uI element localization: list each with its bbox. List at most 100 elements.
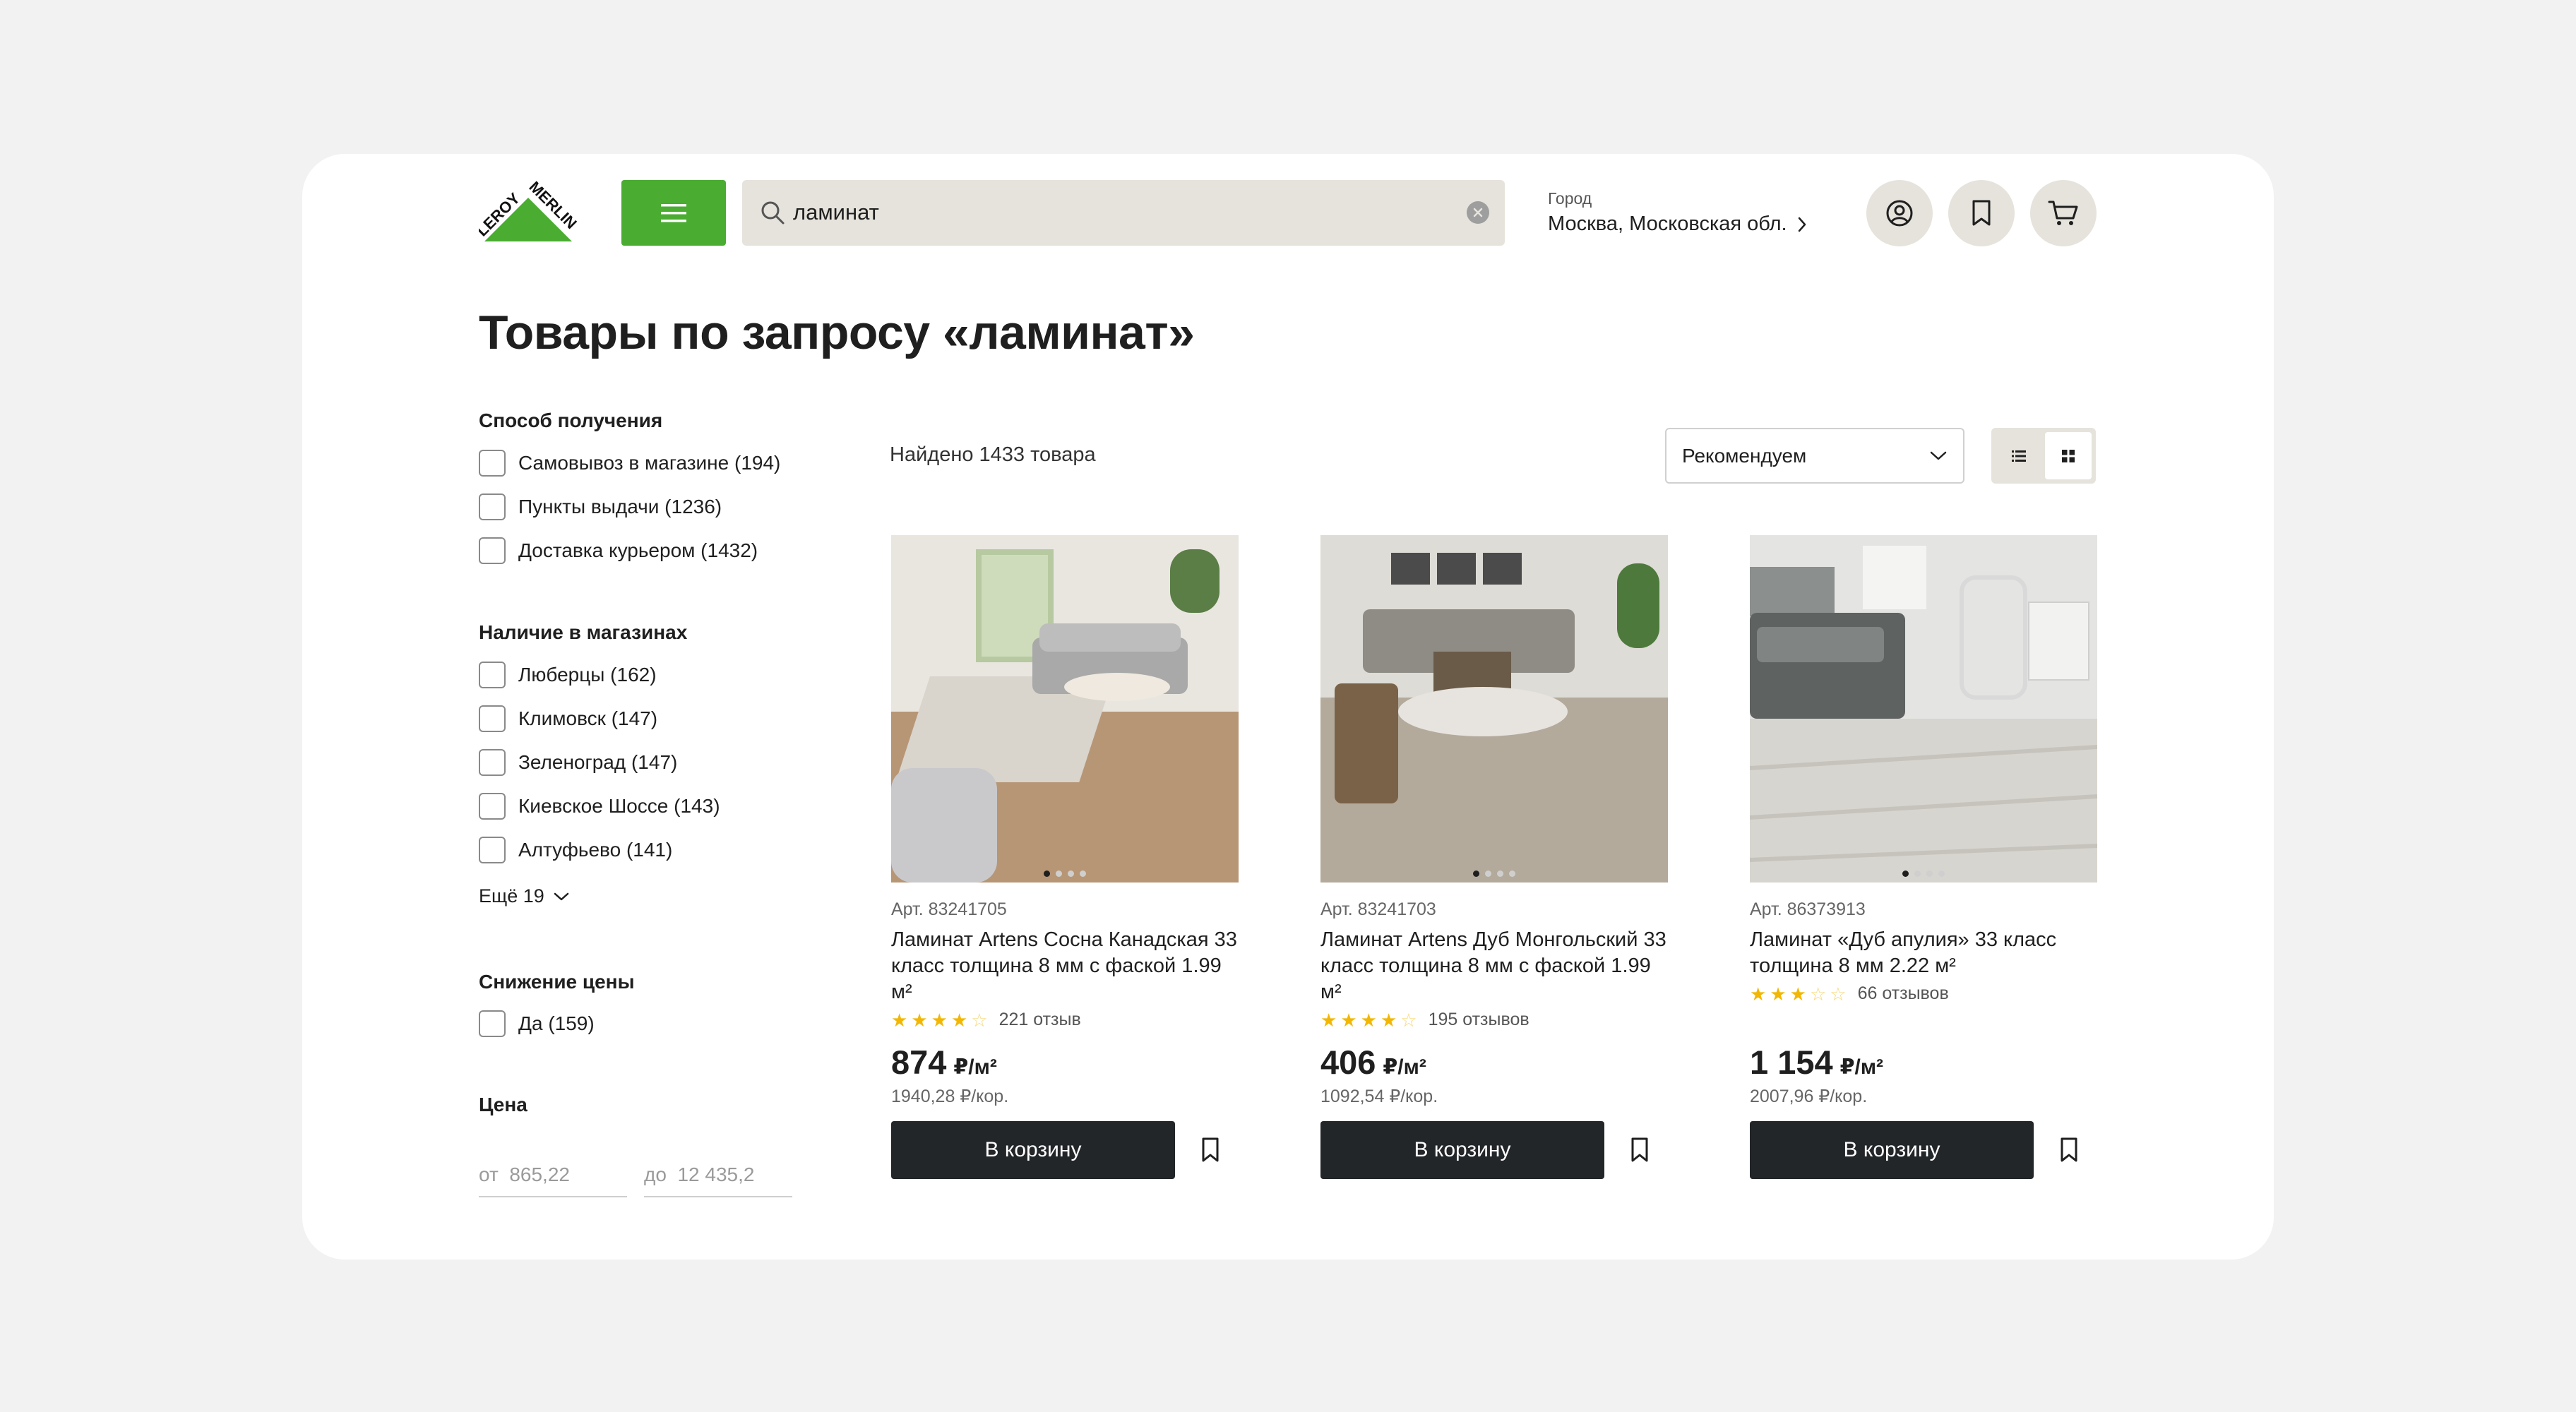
add-to-cart-button[interactable]: В корзину	[1750, 1121, 2034, 1179]
favorites-button[interactable]	[1948, 180, 2015, 246]
product-price: 1 154 ₽/м²	[1750, 1043, 1884, 1081]
product-name[interactable]: Ламинат Artens Сосна Канадская 33 класс …	[891, 927, 1239, 1005]
clear-icon[interactable]	[1467, 201, 1489, 224]
checkbox[interactable]	[479, 493, 506, 520]
slider-dot[interactable]	[1914, 870, 1921, 877]
star-icon: ★	[1360, 1009, 1377, 1031]
chevron-down-icon	[554, 892, 569, 900]
filter-option[interactable]: Самовывоз в магазине (194)	[479, 450, 780, 477]
leroy-merlin-logo[interactable]: LEROY MERLIN	[473, 178, 580, 244]
checkbox[interactable]	[479, 837, 506, 863]
slider-dot[interactable]	[1044, 870, 1050, 877]
city-label: Город	[1548, 189, 1592, 208]
add-to-favorites-button[interactable]	[2048, 1129, 2090, 1171]
grid-view-icon	[2062, 449, 2075, 462]
city-selector[interactable]: Город Москва, Московская обл.	[1548, 189, 1807, 236]
grid-view-button[interactable]	[2045, 432, 2092, 479]
star-icon: ★	[891, 1009, 908, 1031]
show-more-stores-button[interactable]: Ещё 19	[479, 885, 570, 907]
add-to-cart-button[interactable]: В корзину	[891, 1121, 1175, 1179]
star-icon: ★	[1320, 1009, 1337, 1031]
price-from-input[interactable]	[479, 1151, 627, 1197]
slider-dot[interactable]	[1485, 870, 1491, 877]
checkbox[interactable]	[479, 705, 506, 732]
star-empty-icon: ☆	[1830, 983, 1847, 1005]
rating-stars: ★ ★ ★ ☆ ☆	[1750, 985, 1847, 1003]
price-per-box: 1092,54 ₽/кор.	[1320, 1087, 1438, 1106]
product-card[interactable]: Арт. 86373913 Ламинат «Дуб апулия» 33 кл…	[1750, 535, 2097, 1179]
chevron-right-icon	[1798, 217, 1806, 232]
reviews-count: 195 отзывов	[1428, 1010, 1530, 1029]
sort-select[interactable]: Рекомендуем	[1665, 428, 1964, 484]
slider-dot[interactable]	[1068, 870, 1074, 877]
filter-option[interactable]: Киевское Шоссе (143)	[479, 793, 720, 820]
image-slider-dots	[1902, 870, 1945, 877]
slider-dot[interactable]	[1080, 870, 1086, 877]
menu-icon	[661, 203, 686, 222]
filter-title-price: Цена	[479, 1094, 527, 1115]
product-card[interactable]: Арт. 83241705 Ламинат Artens Сосна Канад…	[891, 535, 1239, 1179]
add-to-favorites-button[interactable]	[1189, 1129, 1232, 1171]
product-price: 406 ₽/м²	[1320, 1043, 1426, 1081]
price-per-box: 2007,96 ₽/кор.	[1750, 1087, 1868, 1106]
rating-stars: ★ ★ ★ ★ ☆	[1320, 1011, 1417, 1029]
filter-option[interactable]: Алтуфьево (141)	[479, 837, 672, 863]
filter-option[interactable]: Доставка курьером (1432)	[479, 537, 758, 564]
list-view-button[interactable]	[1996, 432, 2042, 479]
page-title: Товары по запросу «ламинат»	[479, 306, 1195, 359]
filter-option[interactable]: Климовск (147)	[479, 705, 657, 732]
product-card[interactable]: Арт. 83241703 Ламинат Artens Дуб Монголь…	[1320, 535, 1668, 1179]
checkbox[interactable]	[479, 450, 506, 477]
product-rating[interactable]: ★ ★ ★ ★ ☆ 221 отзыв	[891, 1010, 1239, 1030]
add-to-favorites-button[interactable]	[1618, 1129, 1661, 1171]
star-icon: ★	[1380, 1009, 1397, 1031]
product-article: Арт. 86373913	[1750, 899, 1866, 919]
product-image[interactable]	[1320, 535, 1668, 882]
catalog-menu-button[interactable]	[621, 180, 726, 246]
cart-button[interactable]	[2030, 180, 2097, 246]
slider-dot[interactable]	[1497, 870, 1503, 877]
sort-value: Рекомендуем	[1682, 444, 1807, 467]
checkbox[interactable]	[479, 793, 506, 820]
slider-dot[interactable]	[1902, 870, 1909, 877]
view-toggle	[1991, 428, 2096, 484]
checkbox[interactable]	[479, 537, 506, 564]
bookmark-icon	[1631, 1137, 1648, 1162]
add-to-cart-button[interactable]: В корзину	[1320, 1121, 1604, 1179]
reviews-count: 66 отзывов	[1857, 983, 1949, 1003]
product-name[interactable]: Ламинат «Дуб апулия» 33 класс толщина 8 …	[1750, 927, 2097, 979]
star-icon: ★	[931, 1009, 948, 1031]
star-empty-icon: ☆	[971, 1009, 988, 1031]
product-name[interactable]: Ламинат Artens Дуб Монгольский 33 класс …	[1320, 927, 1668, 1005]
profile-button[interactable]	[1866, 180, 1933, 246]
search-bar[interactable]: ламинат	[742, 180, 1505, 246]
checkbox[interactable]	[479, 1010, 506, 1037]
star-icon: ★	[1789, 983, 1806, 1005]
checkbox[interactable]	[479, 749, 506, 776]
search-input[interactable]: ламинат	[793, 200, 879, 225]
filter-option[interactable]: Пункты выдачи (1236)	[479, 493, 722, 520]
star-icon: ★	[1770, 983, 1787, 1005]
product-rating[interactable]: ★ ★ ★ ★ ☆ 195 отзывов	[1320, 1010, 1668, 1030]
star-empty-icon: ☆	[1809, 983, 1827, 1005]
product-image[interactable]	[891, 535, 1239, 882]
slider-dot[interactable]	[1473, 870, 1479, 877]
results-count: Найдено 1433 товара	[890, 443, 1096, 466]
filter-option[interactable]: Зеленоград (147)	[479, 749, 677, 776]
checkbox[interactable]	[479, 662, 506, 688]
product-image[interactable]	[1750, 535, 2097, 882]
slider-dot[interactable]	[1509, 870, 1515, 877]
price-to-input[interactable]	[644, 1151, 792, 1197]
reviews-count: 221 отзыв	[998, 1010, 1081, 1029]
slider-dot[interactable]	[1056, 870, 1062, 877]
profile-icon	[1886, 200, 1913, 227]
star-icon: ★	[911, 1009, 928, 1031]
slider-dot[interactable]	[1926, 870, 1933, 877]
filter-option[interactable]: Люберцы (162)	[479, 662, 657, 688]
bookmark-icon	[1972, 200, 1991, 226]
bookmark-icon	[1202, 1137, 1219, 1162]
product-rating[interactable]: ★ ★ ★ ☆ ☆ 66 отзывов	[1750, 983, 2097, 1004]
filter-title-discount: Снижение цены	[479, 971, 635, 993]
slider-dot[interactable]	[1938, 870, 1945, 877]
filter-option[interactable]: Да (159)	[479, 1010, 595, 1037]
